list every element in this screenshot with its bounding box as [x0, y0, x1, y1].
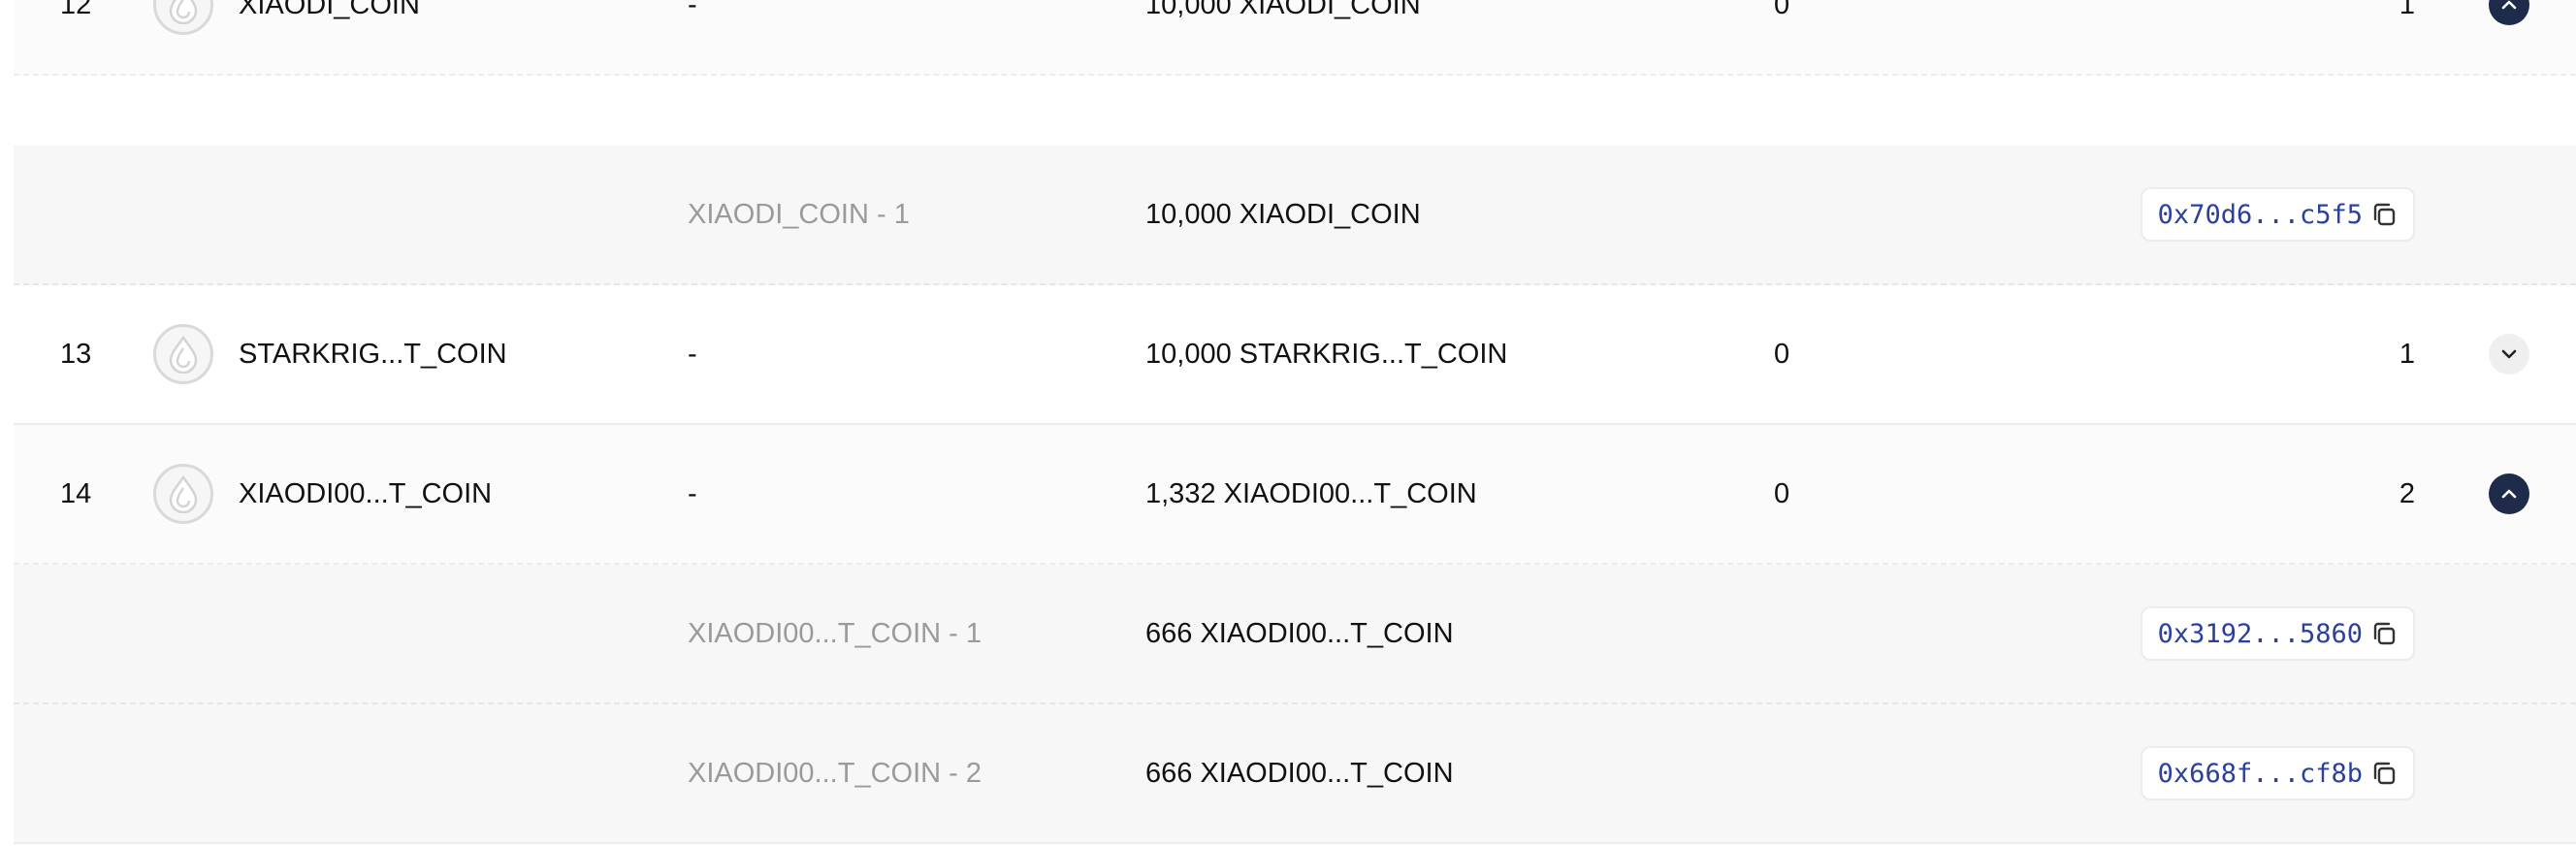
copy-address-button[interactable]: 0x3192...5860	[2140, 606, 2415, 661]
hash-cell: 0x668f...cf8b	[2140, 704, 2415, 842]
sub-amount: 666 XIAODI00...T_COIN	[1145, 617, 1454, 649]
sub-row: XIAODI00...T_COIN - 2 666 XIAODI00...T_C…	[14, 704, 2576, 844]
expand-toggle[interactable]	[2489, 285, 2529, 423]
token-amount: 10,000 XIAODI_COIN	[1145, 0, 1421, 20]
row-index: 14	[60, 477, 92, 509]
address-hash: 0x3192...5860	[2157, 618, 2363, 649]
token-logo	[153, 425, 213, 563]
table-row: 12 XIAODI_COIN - 10,000 XIAODI_COIN 0 1	[14, 0, 2576, 76]
token-count: 1	[2399, 338, 2415, 370]
token-count: 1	[2399, 0, 2415, 20]
chevron-up-icon[interactable]	[2489, 0, 2529, 25]
copy-address-button[interactable]: 0x70d6...c5f5	[2140, 187, 2415, 242]
token-amount: 1,332 XIAODI00...T_COIN	[1145, 477, 1477, 509]
token-value: 0	[1774, 477, 1790, 509]
token-logo	[153, 285, 213, 423]
address-hash: 0x668f...cf8b	[2157, 758, 2363, 789]
token-placeholder-icon	[153, 324, 213, 384]
token-name: XIAODI00...T_COIN	[239, 477, 493, 509]
copy-icon[interactable]	[2370, 201, 2398, 228]
token-name: STARKRIG...T_COIN	[239, 338, 507, 370]
chevron-down-icon[interactable]	[2489, 334, 2529, 375]
token-placeholder-icon	[153, 0, 213, 35]
token-value: 0	[1774, 338, 1790, 370]
token-name: XIAODI_COIN	[239, 0, 420, 20]
hash-cell: 0x70d6...c5f5	[2140, 146, 2415, 283]
expand-toggle[interactable]	[2489, 0, 2529, 74]
token-logo	[153, 0, 213, 74]
token-table: 12 XIAODI_COIN - 10,000 XIAODI_COIN 0 1 …	[14, 0, 2576, 848]
sub-amount: 10,000 XIAODI_COIN	[1145, 198, 1421, 230]
copy-icon[interactable]	[2370, 760, 2398, 787]
token-symbol: -	[688, 0, 697, 20]
chevron-up-icon[interactable]	[2489, 473, 2529, 514]
token-symbol: -	[688, 477, 697, 509]
token-value: 0	[1774, 0, 1790, 20]
table-row: 13 STARKRIG...T_COIN - 10,000 STARKRIG..…	[14, 285, 2576, 425]
sub-row: XIAODI00...T_COIN - 1 666 XIAODI00...T_C…	[14, 565, 2576, 704]
token-amount: 10,000 STARKRIG...T_COIN	[1145, 338, 1508, 370]
table-row: 14 XIAODI00...T_COIN - 1,332 XIAODI00...…	[14, 425, 2576, 565]
sub-symbol: XIAODI_COIN - 1	[688, 198, 910, 230]
row-index: 13	[60, 338, 92, 370]
sub-row: XIAODI_COIN - 1 10,000 XIAODI_COIN 0x70d…	[14, 146, 2576, 285]
sub-amount: 666 XIAODI00...T_COIN	[1145, 757, 1454, 789]
token-count: 2	[2399, 477, 2415, 509]
copy-address-button[interactable]: 0x668f...cf8b	[2140, 746, 2415, 800]
address-hash: 0x70d6...c5f5	[2157, 199, 2363, 230]
token-symbol: -	[688, 338, 697, 370]
hash-cell: 0x3192...5860	[2140, 565, 2415, 702]
row-index: 12	[60, 0, 92, 20]
expand-toggle[interactable]	[2489, 425, 2529, 563]
token-placeholder-icon	[153, 464, 213, 524]
sub-symbol: XIAODI00...T_COIN - 2	[688, 757, 982, 789]
sub-symbol: XIAODI00...T_COIN - 1	[688, 617, 982, 649]
copy-icon[interactable]	[2370, 620, 2398, 647]
